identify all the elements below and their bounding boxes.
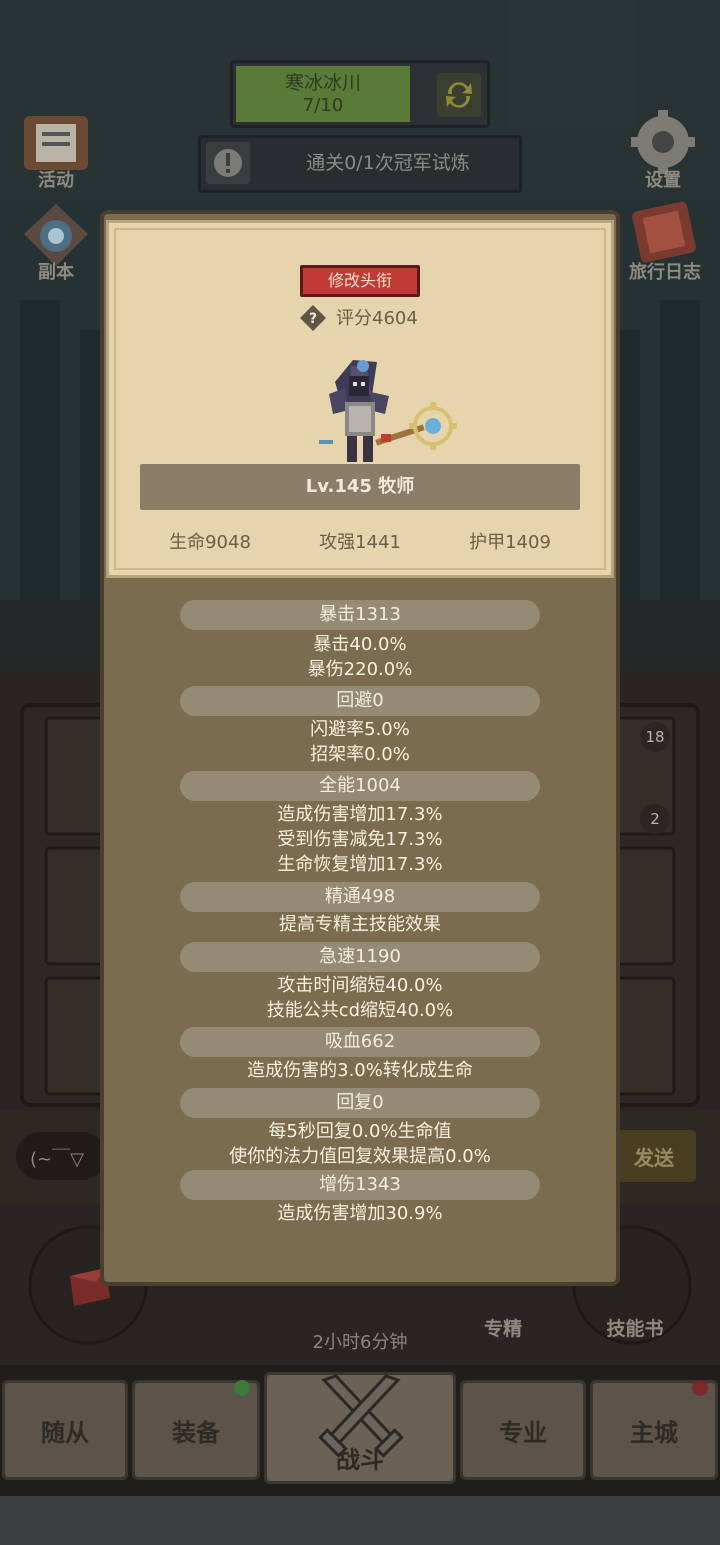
refresh-icon[interactable]: [436, 72, 482, 118]
attr-line: 提高专精主技能效果: [279, 914, 441, 935]
attr-header-mastery: 精通498: [180, 882, 540, 912]
attr-line: 造成伤害的3.0%转化成生命: [247, 1060, 473, 1081]
timer-text: 2小时6分钟: [312, 1332, 408, 1353]
nav-profession-label: 专业: [499, 1419, 547, 1447]
attr-header-versatility: 全能1004: [180, 771, 540, 801]
alert-dot-icon: [692, 1380, 708, 1396]
attr-line: 闪避率5.0%: [310, 719, 410, 740]
skillbook-button[interactable]: 技能书: [590, 1314, 680, 1341]
specialization-button[interactable]: 专精: [458, 1314, 548, 1341]
attr-line: 造成伤害增加30.9%: [277, 1203, 443, 1224]
nav-followers[interactable]: 随从: [2, 1380, 128, 1480]
nav-followers-label: 随从: [41, 1419, 89, 1447]
attr-line: 暴伤220.0%: [307, 659, 413, 680]
stat-attack-power: 攻强1441: [319, 532, 401, 553]
attr-line: 造成伤害增加17.3%: [277, 804, 443, 825]
svg-text:?: ?: [309, 311, 317, 327]
quest-text: 通关0/1次冠军试炼: [306, 152, 470, 174]
count-badge: 2: [640, 804, 670, 834]
attr-header-haste: 急速1190: [180, 942, 540, 972]
attr-line: 受到伤害减免17.3%: [277, 829, 443, 850]
notification-dot-icon: [234, 1380, 250, 1396]
crossed-swords-icon: [318, 1374, 404, 1458]
nav-profession[interactable]: 专业: [460, 1380, 586, 1480]
stat-hp: 生命9048: [169, 532, 251, 553]
stage-name: 寒冰冰川: [284, 72, 361, 94]
attr-line: 技能公共cd缩短40.0%: [266, 1000, 454, 1021]
journal-icon[interactable]: [626, 200, 700, 264]
attr-line: 暴击40.0%: [313, 634, 407, 655]
nav-maincity-label: 主城: [630, 1419, 678, 1447]
chat-input[interactable]: (~￣▽: [30, 1145, 110, 1171]
attr-header-dodge: 回避0: [180, 686, 540, 716]
menu-event-label: 活动: [38, 170, 74, 191]
count-badge: 18: [640, 722, 670, 752]
attr-line: 攻击时间缩短40.0%: [277, 975, 443, 996]
help-icon[interactable]: ?: [299, 304, 327, 332]
attr-line: 生命恢复增加17.3%: [277, 854, 443, 875]
nav-equipment-label: 装备: [172, 1419, 220, 1447]
menu-journal-label: 旅行日志: [629, 262, 701, 283]
attr-line: 招架率0.0%: [310, 744, 410, 765]
level-class-bar: Lv.145 牧师: [140, 464, 580, 510]
rename-title-button[interactable]: 修改头衔: [300, 265, 420, 297]
menu-dungeon-label: 副本: [38, 262, 74, 283]
attr-header-regen: 回复0: [180, 1088, 540, 1118]
attr-header-crit: 暴击1313: [180, 600, 540, 630]
priest-character-sprite: [319, 360, 457, 462]
alert-icon: [206, 142, 250, 184]
attr-header-lifesteal: 吸血662: [180, 1027, 540, 1057]
send-button[interactable]: 发送: [612, 1142, 696, 1171]
attr-header-damage-increase: 增伤1343: [180, 1170, 540, 1200]
stage-progress: 7/10: [302, 95, 344, 116]
stat-armor: 护甲1409: [469, 532, 551, 553]
attr-line: 使你的法力值回复效果提高0.0%: [229, 1146, 491, 1167]
menu-settings-label: 设置: [645, 170, 681, 191]
score-text: 评分4604: [336, 308, 418, 329]
attr-line: 每5秒回复0.0%生命值: [268, 1121, 452, 1142]
